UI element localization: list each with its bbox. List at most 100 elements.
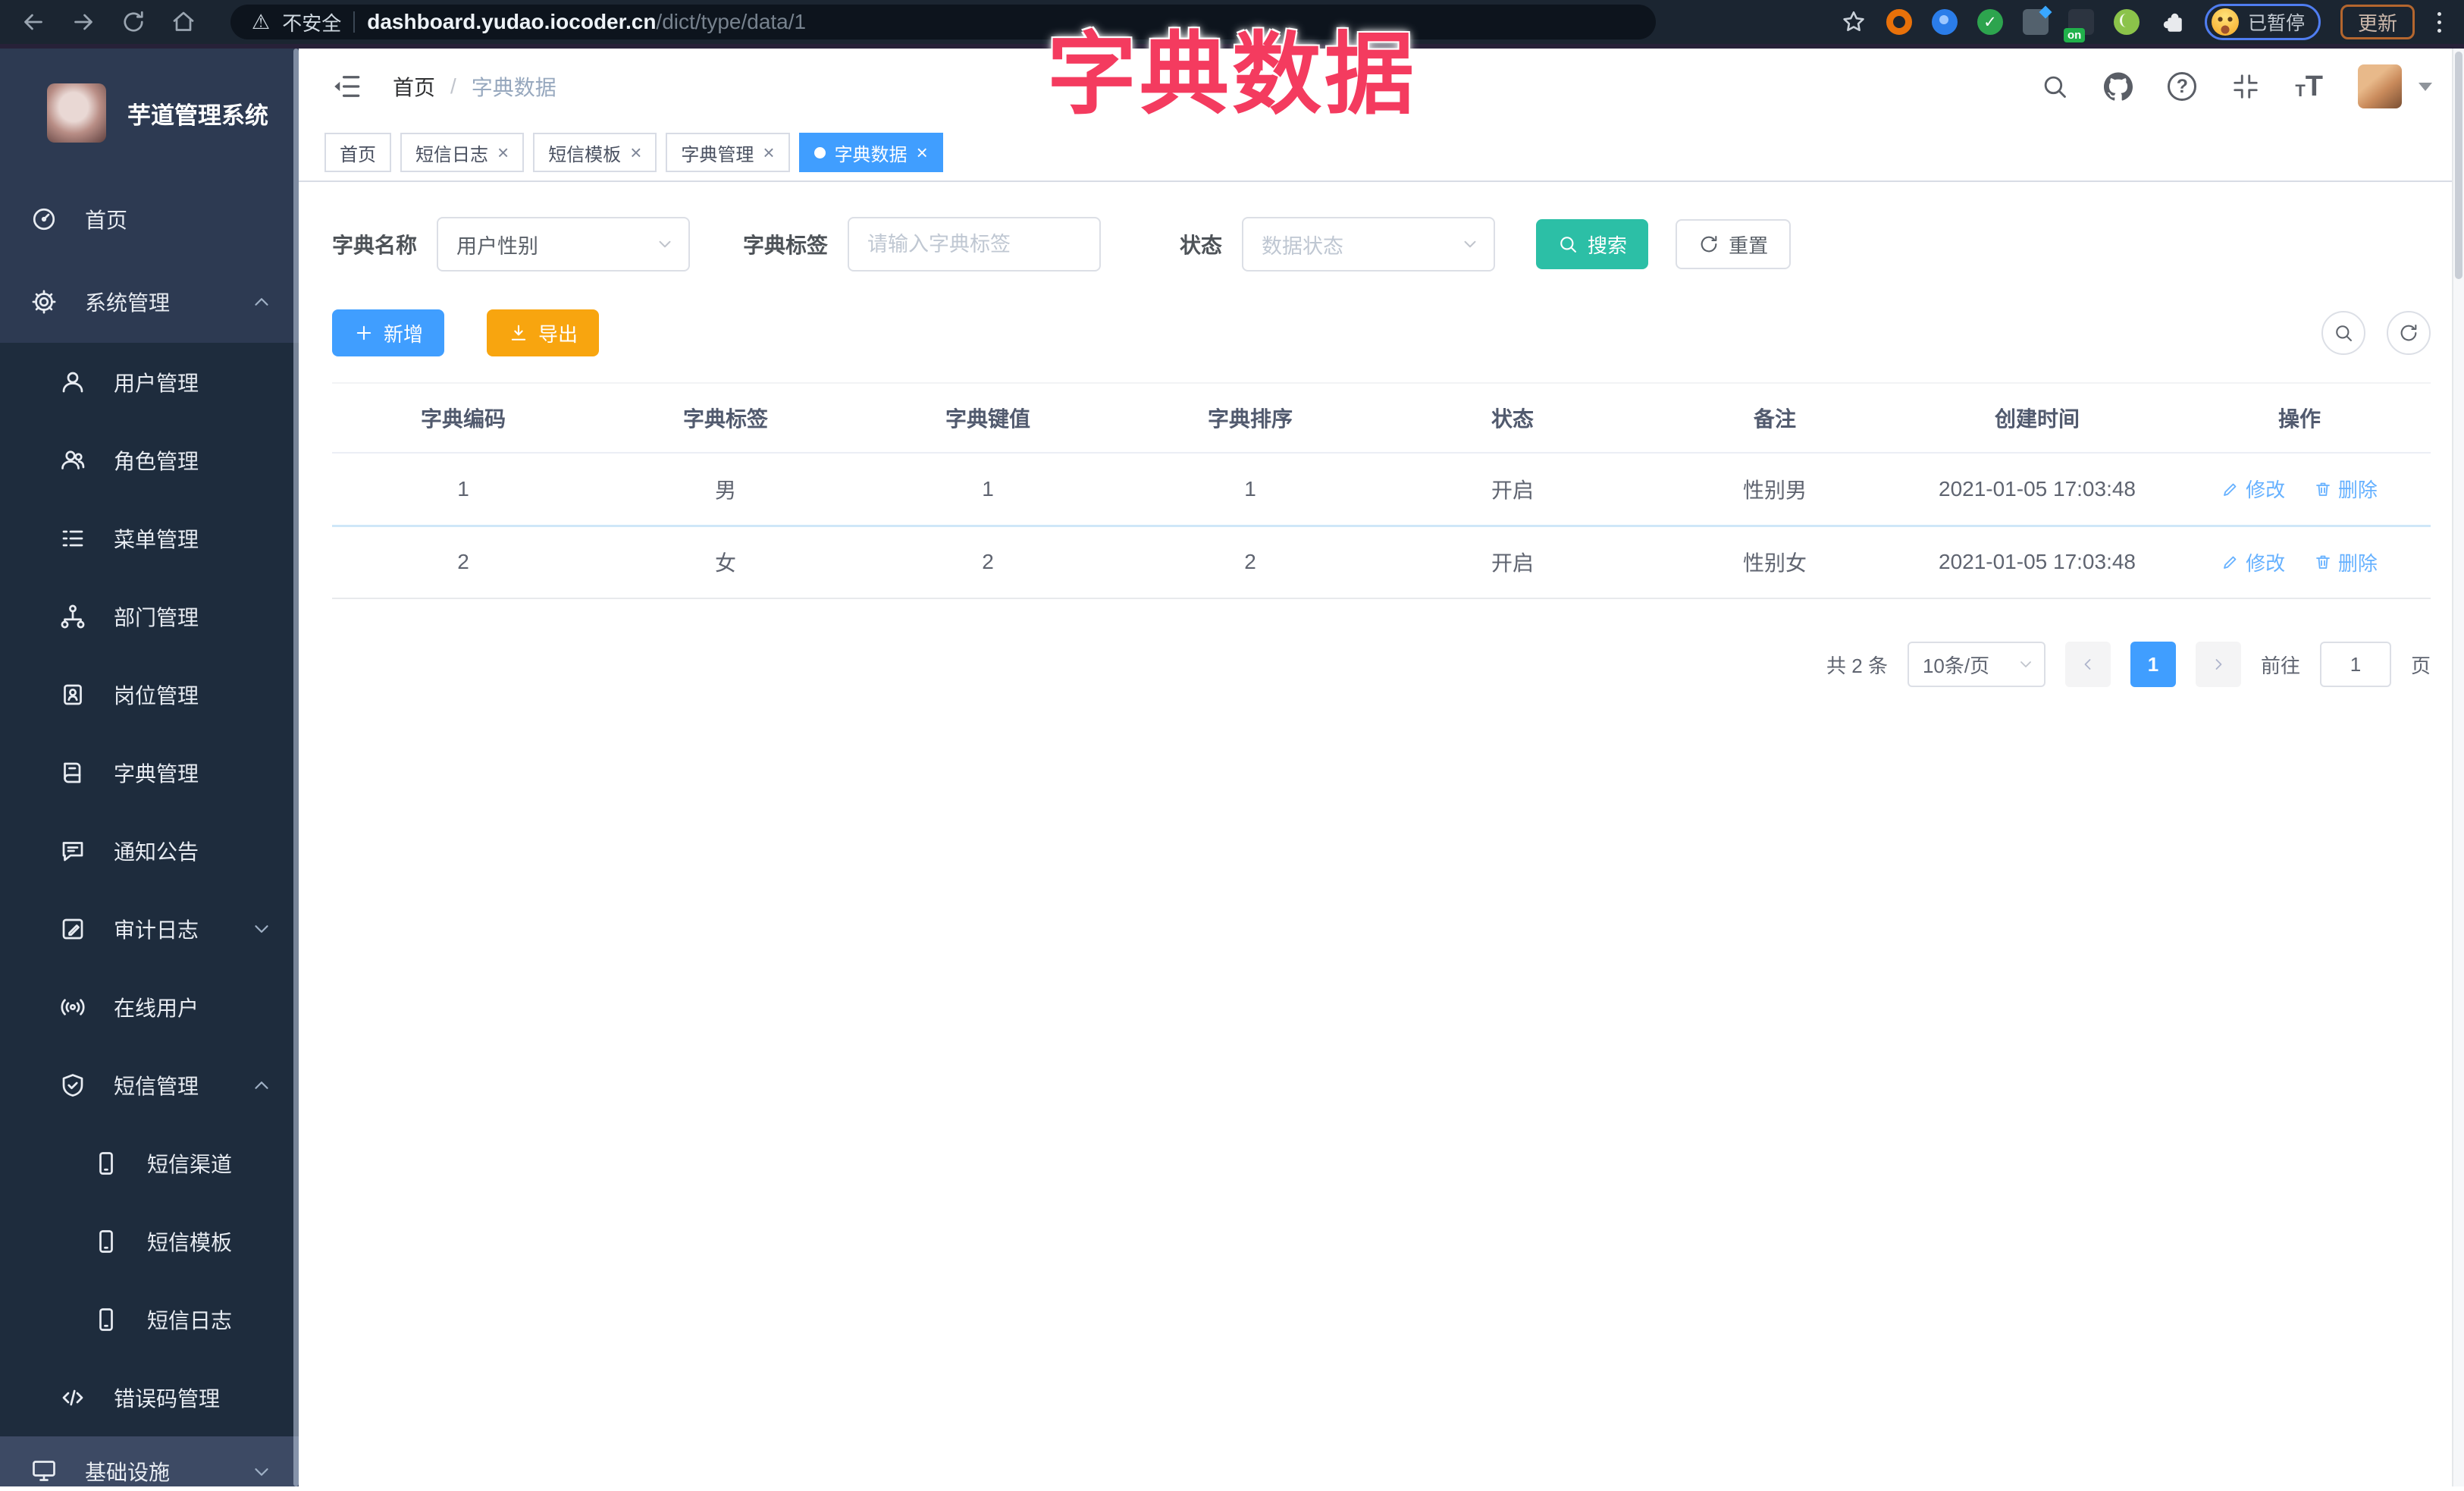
browser-right-cluster: ✓ on 已暂停 更新: [1841, 4, 2444, 42]
browser-back-icon[interactable]: [20, 8, 47, 36]
page-size-select[interactable]: 10条/页: [1907, 642, 2045, 687]
sidebar-item-dict-mgmt[interactable]: 字典管理: [0, 733, 299, 811]
sidebar-item-dept-mgmt[interactable]: 部门管理: [0, 577, 299, 655]
browser-home-icon[interactable]: [170, 8, 197, 36]
goto-page-input[interactable]: [2319, 642, 2391, 687]
sidebar-item-post-mgmt[interactable]: 岗位管理: [0, 655, 299, 733]
sidebar-item-sms-log[interactable]: 短信日志: [0, 1280, 299, 1358]
tab-home[interactable]: 首页: [324, 133, 391, 172]
cell-status: 开启: [1381, 526, 1644, 599]
tab-sms-template[interactable]: 短信模板 ×: [533, 133, 657, 172]
overlay-page-title: 字典数据: [1046, 25, 1418, 125]
status-select[interactable]: 数据状态: [1242, 217, 1496, 272]
dashboard-icon: [30, 206, 58, 233]
sidebar-item-notice[interactable]: 通知公告: [0, 811, 299, 890]
status-label: 状态: [1180, 234, 1223, 257]
security-label: 不安全: [282, 11, 342, 35]
phone-icon: [92, 1228, 120, 1255]
edit-pencil-icon: [2221, 553, 2240, 571]
page-number-current[interactable]: 1: [2130, 642, 2176, 687]
edit-link[interactable]: 修改: [2221, 548, 2285, 576]
sidebar-item-error-code-mgmt[interactable]: 错误码管理: [0, 1358, 299, 1436]
extensions-puzzle-icon[interactable]: [2159, 9, 2185, 35]
cell-value: 1: [857, 453, 1119, 527]
address-bar[interactable]: ⚠ 不安全 dashboard.yudao.iocoder.cn/dict/ty…: [230, 5, 1656, 39]
col-header: 状态: [1381, 382, 1644, 454]
extension-icon-gray-diamond[interactable]: [2022, 9, 2049, 35]
chevron-down-icon: [1460, 234, 1480, 254]
breadcrumb-separator: /: [450, 74, 456, 98]
refresh-table-button[interactable]: [2387, 311, 2431, 355]
browser-update-button[interactable]: 更新: [2340, 5, 2415, 39]
tab-dict-mgmt[interactable]: 字典管理 ×: [666, 133, 790, 172]
download-icon: [508, 322, 529, 344]
browser-menu-icon[interactable]: [2434, 9, 2444, 36]
page-scrollbar-thumb[interactable]: [2455, 52, 2462, 279]
sidebar-item-system-mgmt[interactable]: 系统管理: [0, 260, 299, 343]
export-button[interactable]: 导出: [487, 309, 600, 356]
search-button[interactable]: 搜索: [1536, 219, 1649, 269]
delete-link[interactable]: 删除: [2314, 475, 2378, 503]
tab-dict-data[interactable]: 字典数据 ×: [798, 133, 943, 172]
page-scrollbar[interactable]: [2452, 49, 2464, 1486]
sidebar-item-label: 短信管理: [114, 1074, 199, 1098]
chevron-left-icon: [2079, 655, 2097, 673]
dict-label-input[interactable]: [867, 232, 1082, 256]
sidebar-item-menu-mgmt[interactable]: 菜单管理: [0, 499, 299, 577]
tab-close-icon[interactable]: ×: [917, 143, 928, 162]
sidebar-item-user-mgmt[interactable]: 用户管理: [0, 343, 299, 421]
sidebar-item-sms-channel[interactable]: 短信渠道: [0, 1124, 299, 1202]
tab-close-icon[interactable]: ×: [497, 143, 509, 162]
prev-page-button[interactable]: [2064, 642, 2111, 687]
tab-close-icon[interactable]: ×: [630, 143, 641, 162]
dict-name-value: 用户性别: [456, 234, 539, 258]
extension-icon-dark[interactable]: on: [2063, 9, 2094, 42]
sidebar-scrollbar[interactable]: [293, 49, 299, 1486]
add-button[interactable]: 新增: [332, 309, 445, 356]
extension-icon-green-leaf[interactable]: [2113, 9, 2140, 35]
trash-icon: [2314, 553, 2332, 571]
broadcast-icon: [59, 993, 86, 1021]
sidebar-item-sms-template[interactable]: 短信模板: [0, 1202, 299, 1280]
sidebar-item-online-users[interactable]: 在线用户: [0, 968, 299, 1046]
delete-link[interactable]: 删除: [2314, 548, 2378, 576]
user-avatar[interactable]: [2358, 64, 2402, 108]
sidebar-item-label: 基础设施: [85, 1461, 171, 1484]
page-content: 字典名称 用户性别 字典标签 状态 数据状态 搜索: [299, 182, 2464, 1486]
fullscreen-icon[interactable]: [2231, 72, 2260, 101]
sidebar-item-role-mgmt[interactable]: 角色管理: [0, 421, 299, 499]
cell-created: 2021-01-05 17:03:48: [1906, 453, 2168, 527]
extension-icon-orange-ring[interactable]: [1886, 9, 1912, 35]
github-icon[interactable]: [2104, 72, 2133, 101]
chevron-up-icon: [250, 290, 273, 313]
sidebar-item-home[interactable]: 首页: [0, 177, 299, 260]
dict-label-field[interactable]: [848, 217, 1102, 272]
tab-close-icon[interactable]: ×: [763, 143, 774, 162]
sidebar-item-audit-log[interactable]: 审计日志: [0, 890, 299, 968]
extension-icon-blue[interactable]: [1931, 9, 1958, 35]
monitor-icon: [30, 1456, 58, 1483]
tab-sms-log[interactable]: 短信日志 ×: [400, 133, 525, 172]
bookmark-star-icon[interactable]: [1841, 9, 1867, 35]
users-icon: [59, 447, 86, 474]
browser-reload-icon[interactable]: [120, 8, 147, 36]
next-page-button[interactable]: [2195, 642, 2241, 687]
browser-profile-chip[interactable]: 已暂停: [2204, 4, 2321, 40]
avatar-caret-down-icon[interactable]: [2419, 82, 2432, 91]
sidebar-fold-icon[interactable]: [331, 71, 362, 102]
shield-check-icon: [59, 1072, 86, 1099]
dict-name-select[interactable]: 用户性别: [437, 217, 691, 272]
help-icon[interactable]: ?: [2168, 72, 2197, 101]
cell-code: 1: [332, 453, 594, 527]
browser-forward-icon[interactable]: [70, 8, 97, 36]
toggle-search-button[interactable]: [2321, 311, 2365, 355]
edit-link[interactable]: 修改: [2221, 475, 2285, 503]
extension-icon-green-check[interactable]: ✓: [1977, 9, 2003, 35]
sidebar-logo[interactable]: 芋道管理系统: [0, 49, 299, 177]
reset-button[interactable]: 重置: [1676, 219, 1792, 269]
search-icon[interactable]: [2040, 72, 2069, 101]
sidebar-item-sms-mgmt[interactable]: 短信管理: [0, 1046, 299, 1124]
font-size-icon[interactable]: TT: [2295, 72, 2323, 101]
sidebar-item-infrastructure[interactable]: 基础设施: [0, 1436, 299, 1486]
breadcrumb-home[interactable]: 首页: [393, 71, 435, 102]
